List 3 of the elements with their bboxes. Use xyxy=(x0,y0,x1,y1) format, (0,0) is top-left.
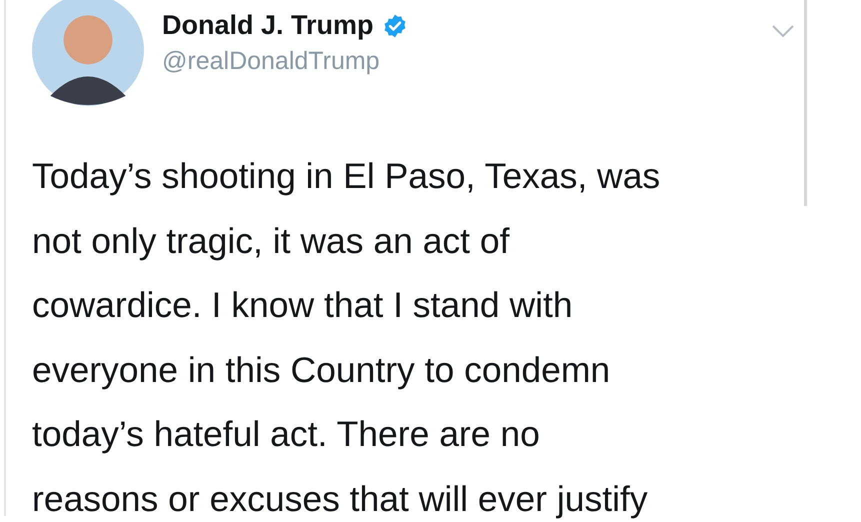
author-name[interactable]: Donald J. Trump xyxy=(162,10,374,41)
avatar[interactable] xyxy=(32,0,144,106)
tweet-text: Today’s shooting in El Paso, Texas, was not only tragic, it was an act of cowardice. I know that I stand with everyone in this Country to condemn today’s hateful act. There are no reasons or excuses that will ever justify xyxy=(32,155,662,520)
